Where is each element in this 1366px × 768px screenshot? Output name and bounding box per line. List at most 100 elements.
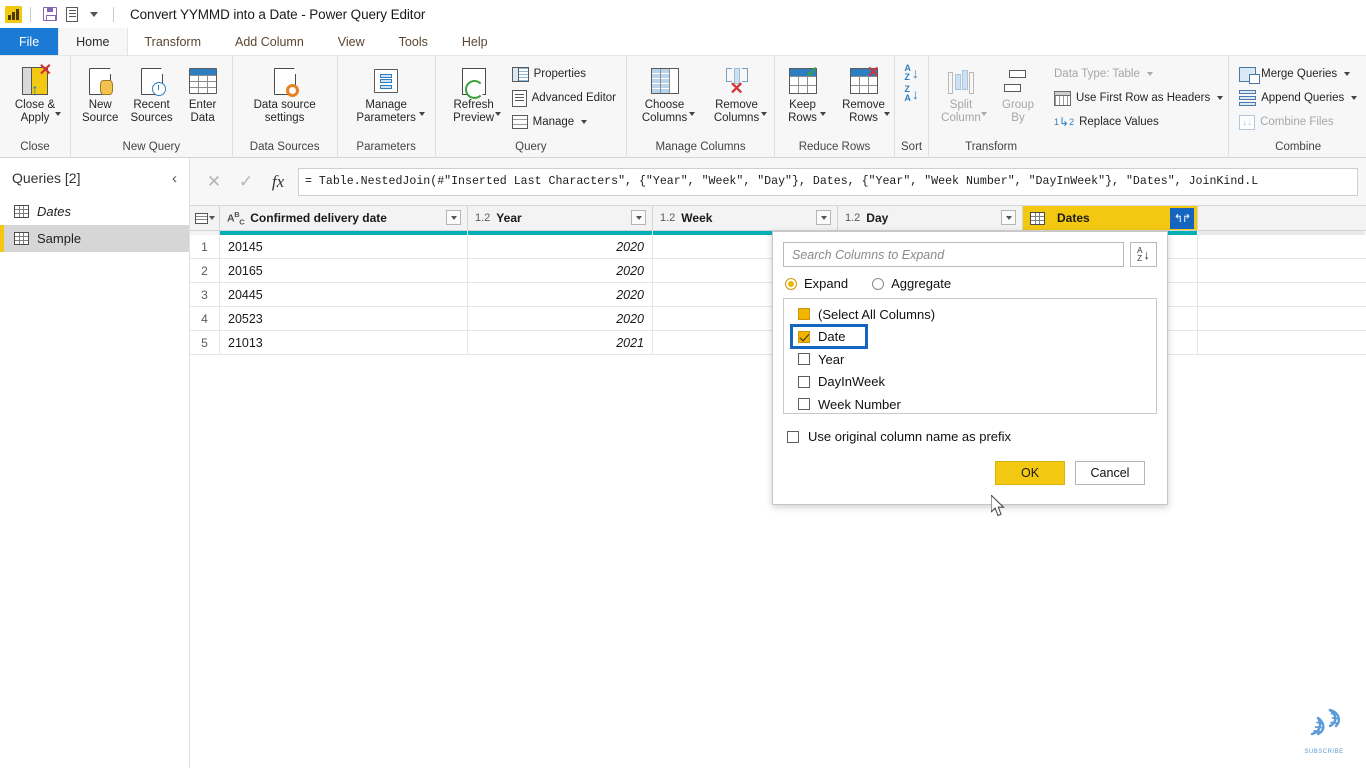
column-header-year[interactable]: 1.2 Year — [468, 206, 653, 230]
sort-ascending-button[interactable]: A Z ↓ — [904, 64, 919, 81]
merge-queries-button[interactable]: Merge Queries — [1235, 62, 1361, 86]
fx-icon[interactable]: fx — [262, 167, 294, 197]
use-first-row-chevron-down-icon[interactable] — [1217, 96, 1224, 100]
query-item-dates[interactable]: Dates — [0, 198, 189, 225]
document-icon[interactable] — [61, 3, 83, 25]
save-icon[interactable] — [39, 3, 61, 25]
list-item-select-all-columns[interactable]: (Select All Columns) — [784, 303, 1156, 326]
new-source-button[interactable]: New Source — [77, 60, 123, 124]
group-by-button[interactable]: Group By — [994, 60, 1042, 124]
checkbox-use-original-column-name-as-prefix[interactable] — [787, 430, 799, 443]
refresh-preview-chevron-down-icon[interactable] — [494, 112, 501, 116]
list-item-label: DayInWeek — [818, 374, 885, 390]
append-queries-chevron-down-icon[interactable] — [1351, 96, 1358, 100]
close-and-apply-button[interactable]: ✕ ↑ Close & Apply — [4, 60, 66, 124]
column-header-dates[interactable]: Dates ↰↱ — [1023, 206, 1198, 230]
remove-columns-chevron-down-icon[interactable] — [760, 112, 767, 116]
refresh-preview-button[interactable]: Refresh Preview — [442, 60, 506, 124]
list-item-week-number[interactable]: Week Number — [784, 393, 1156, 413]
tab-help[interactable]: Help — [445, 28, 505, 55]
customize-qat-chevron-down-icon[interactable] — [83, 3, 105, 25]
cell-year[interactable]: 2020 — [468, 307, 653, 330]
tab-home[interactable]: Home — [58, 28, 128, 55]
manage-chevron-down-icon[interactable] — [581, 120, 588, 124]
radio-aggregate[interactable]: Aggregate — [872, 276, 951, 291]
cell-year[interactable]: 2020 — [468, 259, 653, 282]
keep-rows-button[interactable]: ✓ Keep Rows — [775, 60, 831, 124]
append-queries-label: Append Queries — [1261, 92, 1345, 104]
column-header-confirmed-delivery-date[interactable]: ABC Confirmed delivery date — [220, 206, 468, 230]
cell-confirmed-delivery-date[interactable]: 20145 — [220, 235, 468, 258]
cell-year[interactable]: 2020 — [468, 283, 653, 306]
manage-button[interactable]: Manage — [508, 110, 620, 134]
data-source-settings-button[interactable]: Data source settings — [239, 60, 331, 124]
use-first-row-as-headers-button[interactable]: Use First Row as Headers — [1050, 86, 1227, 110]
tab-tools[interactable]: Tools — [382, 28, 445, 55]
list-item-year[interactable]: Year — [784, 348, 1156, 371]
merge-queries-chevron-down-icon[interactable] — [1344, 72, 1351, 76]
remove-columns-button[interactable]: ✕ Remove Columns — [702, 60, 772, 124]
split-column-chevron-down-icon[interactable] — [981, 112, 987, 116]
formula-input[interactable]: = Table.NestedJoin(#"Inserted Last Chara… — [298, 167, 1358, 196]
choose-columns-chevron-down-icon[interactable] — [688, 112, 695, 116]
remove-rows-button[interactable]: ✕ Remove Rows — [833, 60, 895, 124]
enter-data-button[interactable]: Enter Data — [180, 60, 226, 124]
cell-year[interactable]: 2020 — [468, 235, 653, 258]
recent-sources-button[interactable]: Recent Sources — [125, 60, 177, 124]
tab-view[interactable]: View — [321, 28, 382, 55]
column-header-day[interactable]: 1.2 Day — [838, 206, 1023, 230]
use-original-prefix-label: Use original column name as prefix — [808, 429, 1012, 444]
keep-rows-chevron-down-icon[interactable] — [819, 112, 826, 116]
manage-parameters-button[interactable]: Manage Parameters — [342, 60, 430, 124]
sort-descending-button[interactable]: Z A ↓ — [904, 85, 919, 102]
checkbox-year[interactable] — [798, 353, 810, 366]
combine-files-button[interactable]: ↓↓ Combine Files — [1235, 110, 1361, 134]
remove-rows-chevron-down-icon[interactable] — [883, 112, 890, 116]
expand-column-icon[interactable]: ↰↱ — [1170, 208, 1194, 229]
data-type-chevron-down-icon[interactable] — [1146, 72, 1153, 76]
group-label-reduce-rows: Reduce Rows — [798, 141, 871, 153]
list-item-date[interactable]: Date — [784, 323, 1156, 349]
tab-file[interactable]: File — [0, 28, 59, 55]
cell-confirmed-delivery-date[interactable]: 21013 — [220, 331, 468, 354]
tab-add-column[interactable]: Add Column — [218, 28, 321, 55]
checkbox-week-number[interactable] — [798, 398, 810, 411]
checkbox-dayinweek[interactable] — [798, 375, 810, 388]
checkbox-select-all-columns[interactable] — [798, 308, 810, 321]
cell-confirmed-delivery-date[interactable]: 20523 — [220, 307, 468, 330]
append-queries-button[interactable]: Append Queries — [1235, 86, 1361, 110]
cell-confirmed-delivery-date[interactable]: 20165 — [220, 259, 468, 282]
cancel-button[interactable]: Cancel — [1075, 461, 1145, 485]
close-apply-chevron-down-icon[interactable] — [55, 112, 61, 116]
column-filter-dropdown-icon[interactable] — [1001, 210, 1016, 225]
manage-parameters-chevron-down-icon[interactable] — [419, 112, 426, 116]
select-all-columns-button[interactable] — [190, 206, 220, 230]
query-item-sample[interactable]: Sample — [0, 225, 189, 252]
replace-values-button[interactable]: 1 ↳ 2 Replace Values — [1050, 110, 1227, 134]
row-number: 4 — [190, 307, 220, 330]
formula-cancel-icon[interactable]: ✕ — [198, 167, 230, 197]
cell-confirmed-delivery-date[interactable]: 20445 — [220, 283, 468, 306]
manage-label: Manage — [532, 116, 575, 128]
data-type-dropdown[interactable]: Data Type: Table — [1050, 62, 1227, 86]
collapse-queries-pane-icon[interactable]: ‹ — [172, 170, 177, 187]
use-original-prefix-row[interactable]: Use original column name as prefix — [773, 414, 1167, 444]
list-item-dayinweek[interactable]: DayInWeek — [784, 371, 1156, 394]
split-column-button[interactable]: Split Column — [930, 60, 992, 124]
formula-accept-icon[interactable]: ✓ — [230, 167, 262, 197]
tab-transform[interactable]: Transform — [128, 28, 219, 55]
radio-aggregate-label: Aggregate — [891, 276, 952, 291]
properties-button[interactable]: Properties — [508, 62, 620, 86]
column-header-week[interactable]: 1.2 Week — [653, 206, 838, 230]
radio-expand[interactable]: Expand — [785, 276, 848, 291]
choose-columns-button[interactable]: Choose Columns — [630, 60, 700, 124]
column-filter-dropdown-icon[interactable] — [816, 210, 831, 225]
ok-button[interactable]: OK — [995, 461, 1065, 485]
sort-columns-az-icon[interactable]: A Z ↓ — [1130, 242, 1157, 267]
advanced-editor-button[interactable]: Advanced Editor — [508, 86, 620, 110]
column-filter-dropdown-icon[interactable] — [446, 210, 461, 225]
column-filter-dropdown-icon[interactable] — [631, 210, 646, 225]
checkbox-date[interactable] — [798, 330, 810, 343]
search-columns-input[interactable]: Search Columns to Expand — [783, 242, 1124, 267]
cell-year[interactable]: 2021 — [468, 331, 653, 354]
